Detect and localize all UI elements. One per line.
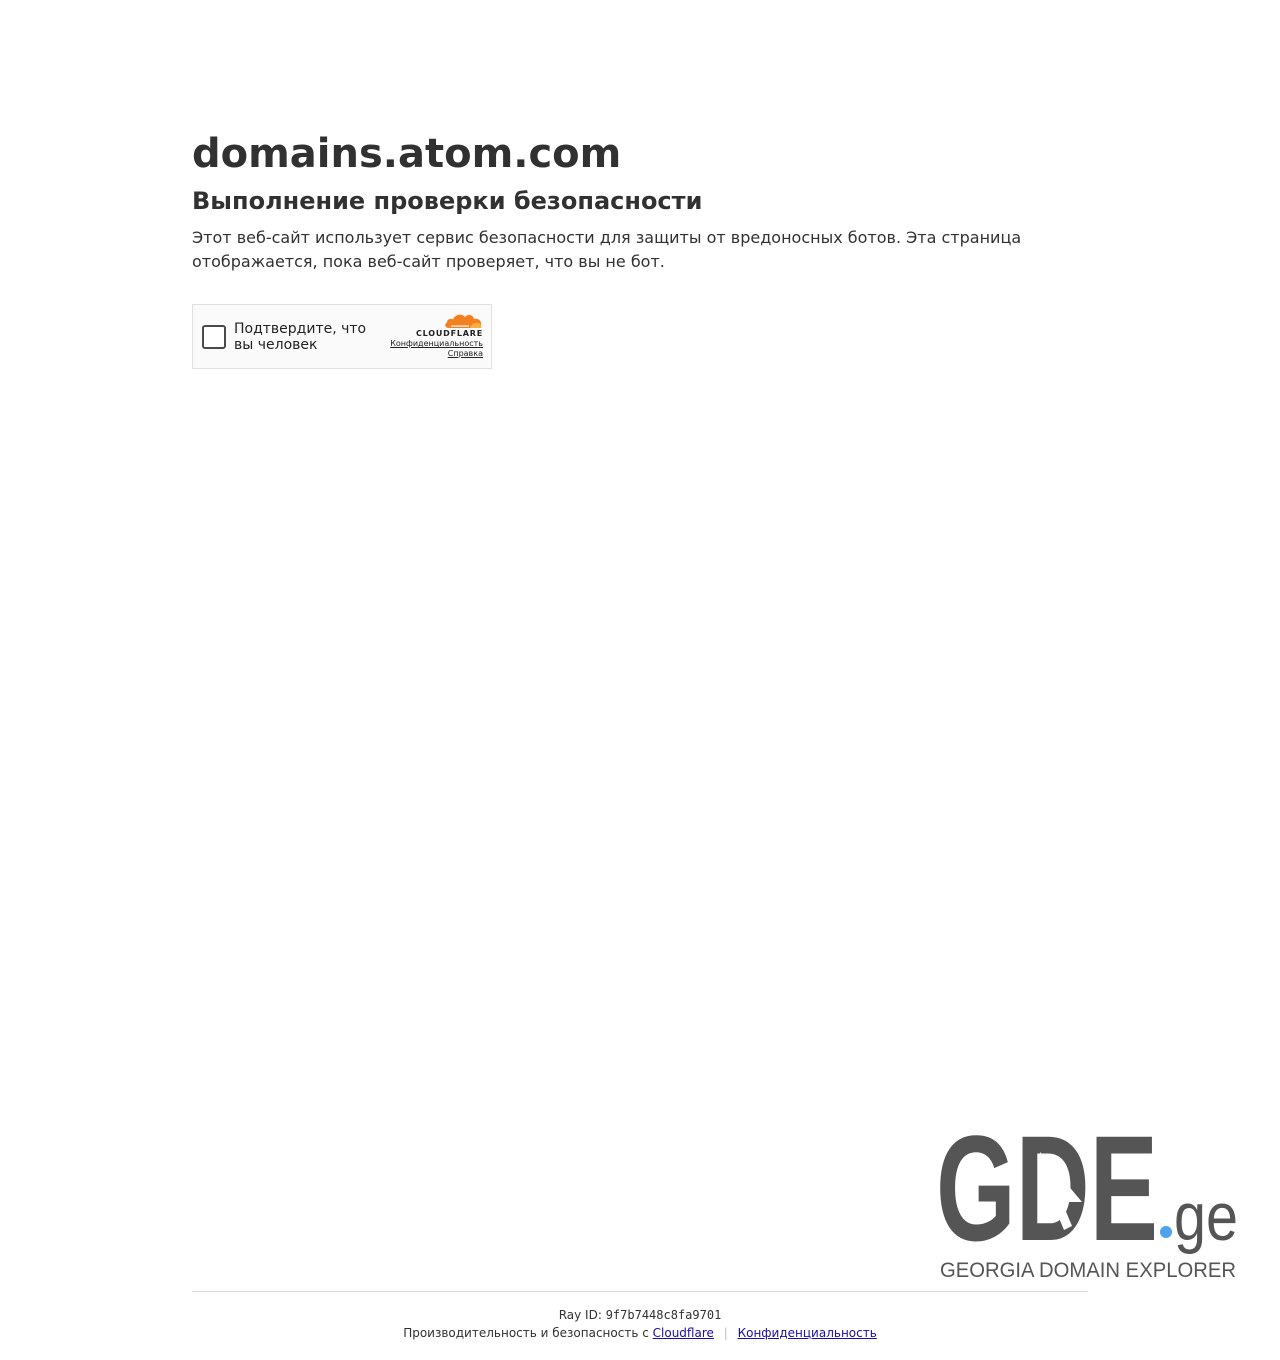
widget-privacy-link[interactable]: Конфиденциальность [383, 339, 483, 349]
site-title: domains.atom.com [192, 131, 622, 177]
page-title: Выполнение проверки безопасности [192, 187, 703, 215]
footer-divider [192, 1291, 1088, 1292]
cloudflare-brand: CLOUDFLARE Конфиденциальность Справка [383, 311, 483, 359]
ray-id-value: 9f7b7448c8fa9701 [605, 1308, 722, 1322]
page-description: Этот веб-сайт использует сервис безопасн… [192, 228, 1022, 271]
verify-checkbox-label[interactable]: Подтвердите, что вы человек [234, 321, 384, 353]
gde-logo-tld: ge [1174, 1179, 1238, 1255]
main-content: domains.atom.com Выполнение проверки без… [192, 130, 1088, 274]
footer: Ray ID: 9f7b7448c8fa9701 Производительно… [192, 1306, 1088, 1342]
cloudflare-wordmark: CLOUDFLARE [416, 329, 483, 338]
widget-help-link[interactable]: Справка [383, 349, 483, 359]
verify-checkbox[interactable] [202, 325, 226, 349]
human-verification-widget: Подтвердите, что вы человек CLOUDFLARE К… [192, 304, 492, 369]
footer-separator: | [723, 1326, 728, 1340]
ray-id: Ray ID: 9f7b7448c8fa9701 [192, 1306, 1088, 1324]
cloudflare-link[interactable]: Cloudflare [653, 1326, 714, 1340]
challenge-page: domains.atom.com Выполнение проверки без… [0, 0, 1280, 1360]
footer-links: Производительность и безопасность с Clou… [192, 1324, 1088, 1342]
gde-logo-tagline: GEORGIA DOMAIN EXPLORER [940, 1259, 1236, 1282]
footer-privacy-link[interactable]: Конфиденциальность [738, 1326, 877, 1340]
gde-logo: GDE ge GEORGIA DOMAIN EXPLORER [936, 1112, 1238, 1282]
cloudflare-cloud-icon [445, 314, 482, 328]
performance-text: Производительность и безопасность с [403, 1326, 649, 1340]
logo-dot-icon [1160, 1226, 1172, 1238]
ray-id-label: Ray ID: [558, 1308, 602, 1322]
